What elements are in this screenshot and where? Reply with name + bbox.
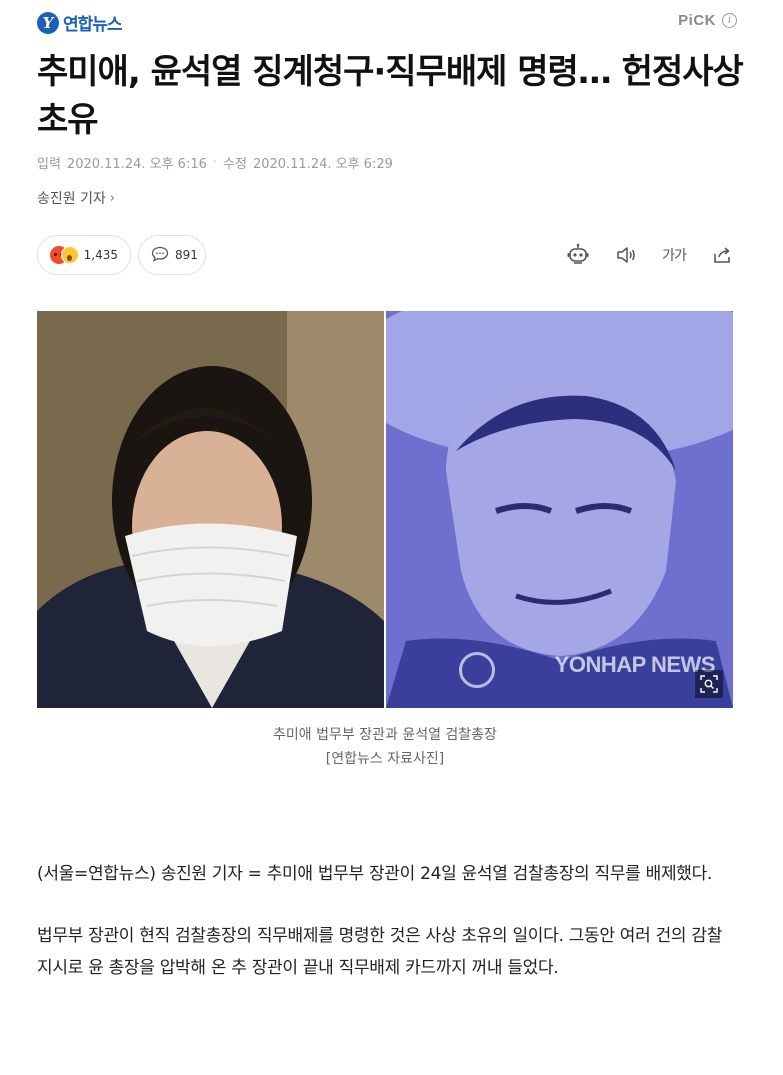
share-icon[interactable] bbox=[709, 242, 735, 268]
input-time: 2020.11.24. 오후 6:16 bbox=[66, 157, 207, 172]
modified-label: 수정 bbox=[223, 157, 247, 172]
speaker-icon[interactable] bbox=[613, 242, 639, 268]
article-headline: 추미애, 윤석열 징계청구·직무배제 명령… 헌정사상 초유 bbox=[37, 52, 744, 140]
brand-home-link[interactable]: Y 연합뉴스 bbox=[37, 10, 123, 35]
comment-icon bbox=[151, 246, 169, 265]
meta-separator: · bbox=[212, 155, 218, 170]
pick-label: PiCK bbox=[678, 12, 716, 29]
top-bar: Y 연합뉴스 PiCK i bbox=[37, 10, 737, 38]
zoom-icon[interactable] bbox=[695, 670, 723, 698]
body-paragraph: (서울=연합뉴스) 송진원 기자 = 추미애 법무부 장관이 24일 윤석열 검… bbox=[37, 864, 713, 884]
article-photo[interactable]: YONHAP NEWS bbox=[37, 311, 733, 708]
comment-button[interactable]: 891 bbox=[138, 235, 206, 275]
reaction-button[interactable]: 1,435 bbox=[37, 235, 131, 275]
comment-count: 891 bbox=[175, 248, 198, 262]
pick-badge[interactable]: PiCK i bbox=[678, 12, 737, 29]
font-size-icon[interactable]: 가가 bbox=[661, 242, 687, 268]
caption-line-1: 추미애 법무부 장관과 윤석열 검찰총장 bbox=[273, 727, 497, 743]
reaction-count: 1,435 bbox=[83, 248, 118, 262]
article-toolbar: 가가 bbox=[565, 242, 735, 268]
photo-caption: 추미애 법무부 장관과 윤석열 검찰총장 [연합뉴스 자료사진] bbox=[37, 723, 733, 771]
info-icon[interactable]: i bbox=[722, 13, 737, 28]
article-timestamps: 입력 2020.11.24. 오후 6:16 · 수정 2020.11.24. 오후… bbox=[37, 153, 393, 172]
reporter-name: 송진원 기자 bbox=[37, 191, 106, 207]
surprised-emoji-icon bbox=[61, 246, 79, 264]
input-label: 입력 bbox=[37, 157, 61, 172]
photo-choo-mi-ae bbox=[37, 311, 384, 708]
photo-watermark: YONHAP NEWS bbox=[554, 652, 716, 677]
brand-name: 연합뉴스 bbox=[63, 15, 123, 35]
caption-line-2: [연합뉴스 자료사진] bbox=[325, 751, 445, 767]
yonhap-watermark-logo bbox=[459, 652, 495, 688]
reaction-emojis bbox=[50, 245, 79, 265]
article-body: (서울=연합뉴스) 송진원 기자 = 추미애 법무부 장관이 24일 윤석열 검… bbox=[37, 858, 737, 1014]
brand-logo-icon: Y bbox=[37, 11, 59, 34]
reporter-link[interactable]: 송진원 기자 › bbox=[37, 188, 115, 208]
modified-time: 2020.11.24. 오후 6:29 bbox=[252, 157, 393, 172]
photo-yoon-seok-youl: YONHAP NEWS bbox=[386, 311, 733, 708]
robot-tts-icon[interactable] bbox=[565, 242, 591, 268]
chevron-right-icon: › bbox=[109, 190, 116, 206]
body-paragraph: 법무부 장관이 현직 검찰총장의 직무배제를 명령한 것은 사상 초유의 일이다… bbox=[37, 926, 723, 978]
